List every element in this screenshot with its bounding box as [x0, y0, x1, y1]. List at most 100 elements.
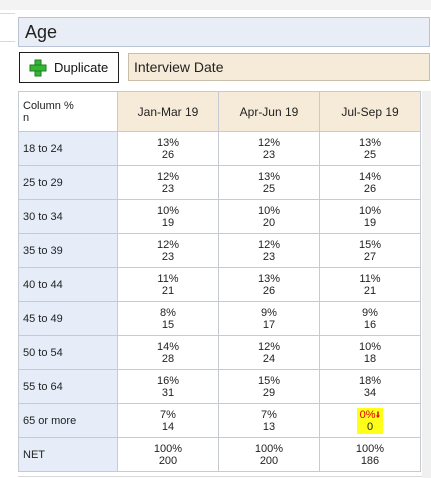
row-header[interactable]: 30 to 34 [18, 199, 118, 234]
row-header[interactable]: 50 to 54 [18, 335, 118, 370]
row-header[interactable]: 35 to 39 [18, 233, 118, 268]
data-cell[interactable]: 12% 23 [117, 233, 219, 268]
data-cell[interactable]: 12% 24 [218, 335, 320, 370]
cell-percent: 15% [257, 374, 281, 387]
cell-percent: 10% [257, 204, 281, 217]
cell-count: 26 [161, 148, 175, 161]
data-cell[interactable]: 18% 34 [319, 369, 421, 404]
row-header[interactable]: 45 to 49 [18, 301, 118, 336]
vertical-scrollbar[interactable] [422, 91, 431, 478]
data-cell[interactable]: 10% 19 [117, 199, 219, 234]
table-row: 40 to 44 11% 21 13% 26 11% 21 [18, 267, 421, 302]
data-cell[interactable]: 10% 19 [319, 199, 421, 234]
data-cell[interactable]: 9% 16 [319, 301, 421, 336]
data-cell[interactable]: 15% 27 [319, 233, 421, 268]
significance-highlight: 0%🠫 0 [356, 407, 384, 434]
data-cell[interactable]: 10% 20 [218, 199, 320, 234]
data-cell[interactable]: 13% 25 [218, 165, 320, 200]
down-arrow-icon: 🠫 [375, 409, 381, 420]
data-cell[interactable]: 12% 23 [218, 233, 320, 268]
top-strip [0, 0, 431, 10]
table-row: 30 to 34 10% 19 10% 20 10% 19 [18, 199, 421, 234]
data-cell[interactable]: 7% 13 [218, 403, 320, 438]
data-cell[interactable]: 11% 21 [117, 267, 219, 302]
column-header[interactable]: Jul-Sep 19 [319, 91, 421, 132]
data-cell-significant[interactable]: 0%🠫 0 [319, 403, 421, 438]
row-header-net[interactable]: NET [18, 437, 118, 472]
cell-count: 25 [363, 148, 377, 161]
data-cell[interactable]: 100% 200 [117, 437, 219, 472]
cell-count: 200 [158, 454, 178, 467]
data-cell[interactable]: 13% 26 [218, 267, 320, 302]
data-cell[interactable]: 16% 31 [117, 369, 219, 404]
table-row: NET 100% 200 100% 200 100% 186 [18, 437, 421, 472]
data-cell[interactable]: 7% 14 [117, 403, 219, 438]
cell-count: 15 [161, 318, 175, 331]
cell-count: 28 [161, 352, 175, 365]
column-header[interactable]: Jan-Mar 19 [117, 91, 219, 132]
data-cell[interactable]: 14% 28 [117, 335, 219, 370]
cell-count: 13 [262, 420, 276, 433]
duplicate-button[interactable]: Duplicate [19, 52, 119, 83]
question-title-box[interactable]: Age [18, 17, 430, 47]
cell-percent: 7% [160, 408, 176, 421]
table-row: 25 to 29 12% 23 13% 25 14% 26 [18, 165, 421, 200]
data-cell[interactable]: 8% 15 [117, 301, 219, 336]
data-cell[interactable]: 12% 23 [218, 131, 320, 166]
row-header[interactable]: 25 to 29 [18, 165, 118, 200]
cell-percent: 12% [257, 340, 281, 353]
crosstab-table: Column % n Jan-Mar 19 Apr-Jun 19 Jul-Sep… [18, 91, 421, 472]
data-cell[interactable]: 13% 25 [319, 131, 421, 166]
data-cell[interactable]: 100% 200 [218, 437, 320, 472]
cell-percent: 10% [358, 204, 382, 217]
cell-percent: 7% [261, 408, 277, 421]
data-cell[interactable]: 100% 186 [319, 437, 421, 472]
cell-percent: 13% [257, 170, 281, 183]
data-cell[interactable]: 10% 18 [319, 335, 421, 370]
duplicate-button-label: Duplicate [54, 60, 109, 75]
cell-count: 25 [262, 182, 276, 195]
cell-percent: 100% [254, 442, 284, 455]
cell-percent: 11% [157, 272, 179, 285]
cell-count: 21 [363, 284, 377, 297]
header-row: Column % n Jan-Mar 19 Apr-Jun 19 Jul-Sep… [18, 91, 421, 132]
cell-percent: 12% [156, 170, 180, 183]
row-header[interactable]: 18 to 24 [18, 131, 118, 166]
table-row: 55 to 64 16% 31 15% 29 18% 34 [18, 369, 421, 404]
cell-percent: 100% [153, 442, 183, 455]
cell-count: 23 [161, 182, 175, 195]
cell-percent: 14% [156, 340, 180, 353]
cell-count: 31 [161, 386, 175, 399]
bottom-divider [18, 476, 422, 477]
data-cell[interactable]: 12% 23 [117, 165, 219, 200]
cell-count: 18 [363, 352, 377, 365]
cell-percent: 13% [257, 272, 281, 285]
app-root: Age Duplicate Interview Date Column % n … [0, 0, 431, 478]
cell-percent: 10% [358, 340, 382, 353]
row-header[interactable]: 40 to 44 [18, 267, 118, 302]
cell-percent: 12% [156, 238, 180, 251]
data-cell[interactable]: 11% 21 [319, 267, 421, 302]
data-cell[interactable]: 14% 26 [319, 165, 421, 200]
data-cell[interactable]: 15% 29 [218, 369, 320, 404]
cell-count: 186 [360, 454, 380, 467]
cell-percent: 10% [156, 204, 180, 217]
data-cell[interactable]: 13% 26 [117, 131, 219, 166]
row-header[interactable]: 65 or more [18, 403, 118, 438]
cell-count: 23 [161, 250, 175, 263]
cell-count: 200 [259, 454, 279, 467]
cell-percent: 18% [358, 374, 382, 387]
cell-count: 14 [161, 420, 175, 433]
row-header[interactable]: 55 to 64 [18, 369, 118, 404]
table-row: 35 to 39 12% 23 12% 23 15% 27 [18, 233, 421, 268]
cell-count: 20 [262, 216, 276, 229]
variable-box[interactable]: Interview Date [128, 53, 430, 81]
left-divider [0, 41, 15, 42]
cell-count: 26 [363, 182, 377, 195]
cell-percent: 11% [359, 272, 381, 285]
cell-percent: 100% [355, 442, 385, 455]
column-header[interactable]: Apr-Jun 19 [218, 91, 320, 132]
cell-count: 23 [262, 148, 276, 161]
data-cell[interactable]: 9% 17 [218, 301, 320, 336]
corner-label-count: n [23, 111, 30, 124]
